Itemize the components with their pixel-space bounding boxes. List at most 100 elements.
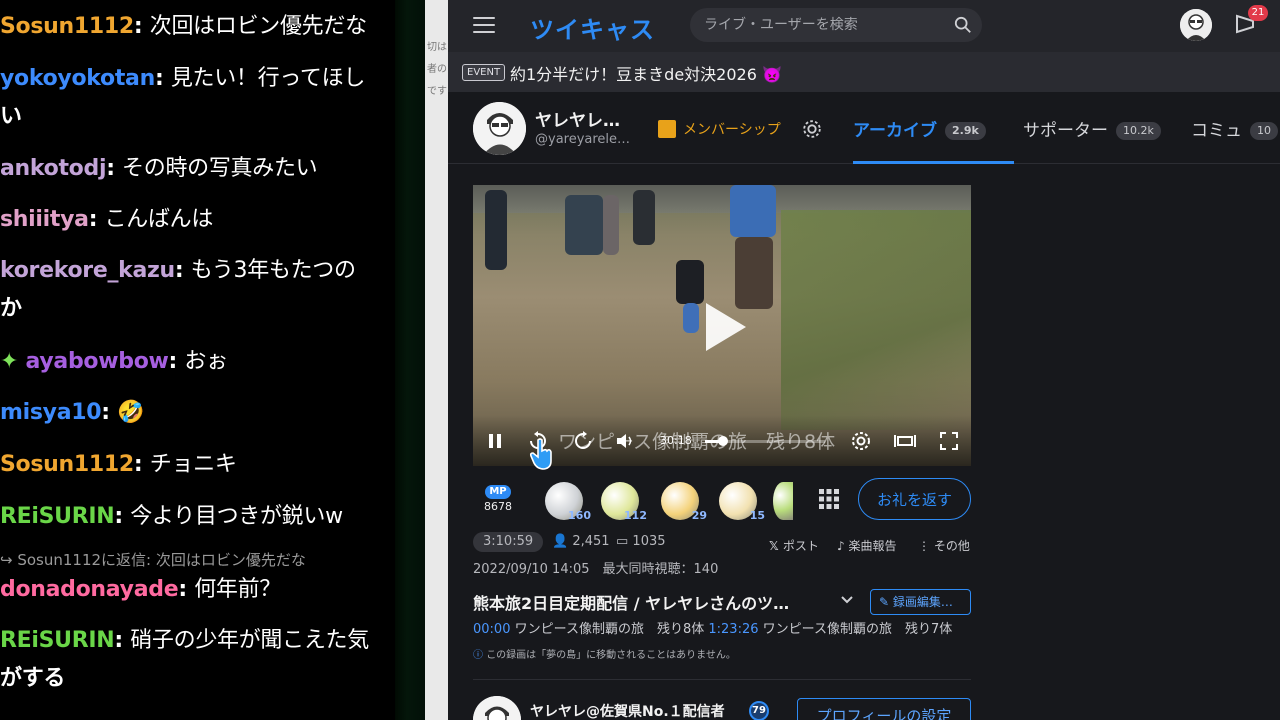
chat-separator: :	[114, 504, 131, 529]
profile-settings-button[interactable]: プロフィールの設定	[797, 698, 971, 720]
archive-note-text: この録画は「夢の島」に移動されることはありません。	[486, 650, 736, 661]
fullscreen-icon[interactable]	[938, 430, 960, 452]
forward-10-icon[interactable]	[572, 430, 594, 452]
chat-username: ayabowbow	[25, 349, 169, 374]
tab-archive-label: アーカイブ	[853, 121, 937, 141]
reply-note-text: Sosun1112に返信: 次回はロビン優先だな	[17, 551, 306, 569]
video-grass	[781, 210, 971, 430]
chat-username: REiSURIN	[0, 504, 115, 529]
search-input[interactable]	[704, 8, 944, 42]
gift-count: 160	[568, 509, 591, 522]
profile-avatar[interactable]	[473, 102, 526, 155]
tab-archive[interactable]: アーカイブ 2.9k	[853, 116, 986, 141]
settings-gear-icon[interactable]	[801, 118, 823, 140]
chapter-timestamp[interactable]: 00:00	[473, 622, 510, 637]
search-icon[interactable]	[954, 16, 972, 34]
chat-text: チョニキ	[149, 452, 237, 477]
tab-supporters-label: サポーター	[1023, 121, 1108, 141]
pause-icon[interactable]	[484, 430, 506, 452]
gift-item[interactable]	[773, 482, 793, 520]
viewer-count-value: 2,451	[572, 534, 610, 549]
chat-message-continuation: がする	[0, 666, 66, 691]
music-report-button[interactable]: ♪ 楽曲報告	[837, 537, 897, 554]
broadcaster-name[interactable]: ヤレヤレ@佐賀県No.１配信者	[530, 701, 725, 720]
volume-knob[interactable]	[718, 436, 728, 446]
chat-username: misya10	[0, 400, 102, 425]
reply-icon: ↪	[0, 551, 18, 569]
sparkle-icon: ✦	[0, 349, 26, 374]
profile-handle: @yareyarele…	[535, 132, 631, 147]
chat-message: ankotodj: その時の写真みたい	[0, 150, 395, 188]
gift-count: 15	[749, 509, 765, 522]
chat-message: korekore_kazu: もう3年もたつの	[0, 252, 395, 290]
event-tag: EVENT	[462, 64, 506, 81]
post-label: ポスト	[782, 539, 819, 553]
gift-count: 112	[624, 509, 647, 522]
video-figure	[633, 190, 655, 245]
chat-separator: :	[133, 452, 150, 477]
event-banner[interactable]: EVENT 約1分半だけ！豆まきde対決2026 👿	[448, 52, 1280, 92]
gift-item[interactable]: 160	[545, 482, 591, 522]
chat-message: Sosun1112: 次回はロビン優先だな	[0, 8, 395, 46]
chat-message: REiSURIN: 今より目つきが鋭いw	[0, 498, 395, 536]
hand-cursor-icon	[529, 438, 552, 470]
chat-overlay: Sosun1112: 次回はロビン優先だな yokoyokotan: 見たい！行っ…	[0, 0, 395, 720]
profile-name[interactable]: ヤレヤレ…	[535, 106, 620, 131]
chat-overlay-edge	[395, 0, 425, 720]
chat-text: 硝子の少年が聞こえた気	[130, 628, 369, 653]
video-player[interactable]: ワンピース像制覇の旅 残り8体 30:18	[473, 185, 971, 466]
chat-message: REiSURIN: 硝子の少年が聞こえた気	[0, 622, 395, 660]
top-header: ツイキャス 21	[448, 0, 1280, 52]
user-avatar[interactable]	[1180, 9, 1212, 41]
return-thanks-button[interactable]: お礼を返す	[858, 478, 971, 520]
notification-icon[interactable]: 21	[1234, 5, 1268, 35]
video-figure	[735, 237, 773, 309]
video-background-wall	[473, 185, 971, 213]
chat-text: 何年前？	[194, 577, 281, 602]
chat-username: korekore_kazu	[0, 258, 175, 283]
gift-item[interactable]: 112	[601, 482, 647, 522]
twitcasting-page: ツイキャス 21 EVENT 約1分半だけ！豆まきde対決2026 👿 ヤレヤレ…	[448, 0, 1280, 720]
tab-supporters[interactable]: サポーター 10.2k	[1023, 116, 1161, 141]
theater-mode-icon[interactable]	[894, 430, 916, 452]
chat-text: 見たい！行ってほし	[170, 66, 366, 91]
chat-message: donadonayade: 何年前？	[0, 571, 395, 609]
chat-username: ankotodj	[0, 156, 107, 181]
chat-separator: :	[101, 400, 118, 425]
menu-icon[interactable]	[473, 17, 495, 35]
play-overlay-icon[interactable]	[706, 303, 746, 351]
gift-item[interactable]: 29	[661, 482, 707, 522]
chat-username: Sosun1112	[0, 452, 134, 477]
chat-username: shiiitya	[0, 207, 89, 232]
chat-separator: :	[168, 349, 185, 374]
chat-separator: :	[178, 577, 195, 602]
tab-supporters-count: 10.2k	[1116, 122, 1161, 140]
chapter-text: ワンピース像制覇の旅 残り8体	[514, 622, 705, 637]
chat-separator: :	[174, 258, 191, 283]
notification-badge: 21	[1248, 5, 1268, 21]
level-badge: 79	[749, 701, 769, 720]
player-settings-icon[interactable]	[850, 430, 872, 452]
gift-item[interactable]: 15	[719, 482, 765, 522]
broadcaster-avatar[interactable]	[473, 696, 521, 720]
info-icon: ⓘ	[473, 650, 487, 661]
gift-grid-icon[interactable]	[818, 488, 840, 510]
post-button[interactable]: 𝕏 ポスト	[769, 537, 819, 554]
person-icon: 👤	[552, 534, 573, 549]
chat-text: その時の写真みたい	[122, 156, 318, 181]
volume-icon[interactable]	[614, 430, 636, 452]
tab-community[interactable]: コミュ 10	[1191, 116, 1278, 141]
edit-recording-button[interactable]: ✎ 録画編集…	[870, 589, 971, 615]
chat-message-continuation: か	[0, 296, 22, 321]
comment-icon: ▭	[616, 534, 633, 549]
chapter-timestamp[interactable]: 1:23:26	[708, 622, 758, 637]
site-logo[interactable]: ツイキャス	[530, 10, 655, 45]
chat-message: shiiitya: こんばんは	[0, 201, 395, 239]
more-button[interactable]: ⋮ その他	[918, 537, 970, 554]
chat-username: yokoyokotan	[0, 66, 155, 91]
chevron-down-icon[interactable]	[841, 596, 853, 604]
mp-counter[interactable]: MP 8678	[481, 485, 515, 513]
gift-row: MP 8678 160 112 29 15 お礼を返す	[473, 478, 973, 522]
membership-icon	[658, 120, 676, 138]
video-figure	[683, 303, 699, 333]
